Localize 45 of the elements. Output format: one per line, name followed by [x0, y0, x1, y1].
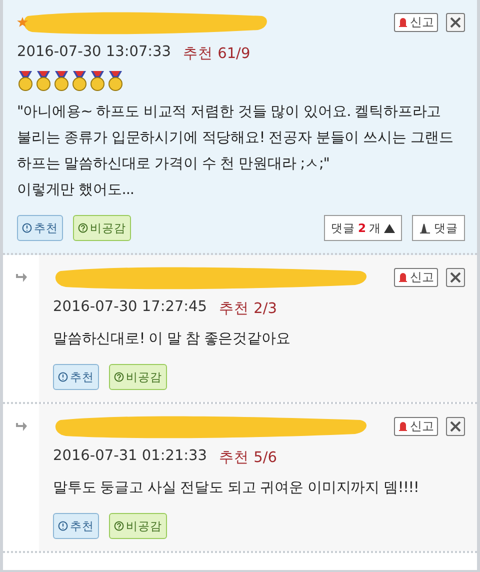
- close-button[interactable]: [446, 268, 465, 286]
- report-button[interactable]: 신고: [394, 268, 438, 286]
- bell-icon: [398, 420, 408, 432]
- comment-date: 2016-07-30 13:07:33: [17, 44, 171, 62]
- caret-up-icon: [384, 224, 395, 232]
- comment-text: 말투도 둥글고 사실 전달도 되고 귀여운 이미지까지 뎀!!!!: [53, 479, 420, 498]
- vote-count: 추천 5/6: [219, 449, 277, 467]
- close-icon: [450, 420, 461, 432]
- close-button[interactable]: [446, 416, 465, 436]
- vote-count: 추천 61/9: [183, 45, 250, 63]
- medal-icon: [35, 71, 52, 91]
- info-icon: [22, 223, 32, 233]
- info-icon: [58, 521, 68, 531]
- close-icon: [450, 272, 461, 282]
- recommend-button[interactable]: 추천: [53, 513, 99, 539]
- medal-icon: [53, 71, 70, 91]
- recommend-button[interactable]: 추천: [53, 364, 99, 390]
- bell-icon: [398, 272, 408, 282]
- vote-count: 추천 2/3: [219, 300, 277, 318]
- info-icon: [58, 372, 68, 382]
- reply-button[interactable]: 댓글: [412, 215, 465, 241]
- bell-icon: [398, 16, 408, 28]
- disagree-button[interactable]: 비공감: [109, 364, 167, 390]
- reply-arrow-icon: [15, 273, 27, 283]
- report-button[interactable]: 신고: [394, 416, 438, 436]
- comment-text: 말씀하신대로! 이 말 참 좋은것같아요: [53, 330, 292, 349]
- star-icon: [17, 16, 28, 28]
- disagree-button[interactable]: 비공감: [73, 215, 131, 241]
- replies-toggle[interactable]: 댓글 2 개: [324, 215, 402, 241]
- close-button[interactable]: [446, 12, 465, 32]
- comment-date: 2016-07-31 01:21:33: [53, 448, 207, 466]
- comment-text: "아니에용~ 하프도 비교적 저렴한 것들 많이 있어요. 켈틱하프라고 불리는 종류가 입문하시기에 적당해요! 전공자 분들이 쓰시는 그랜드 하프는 말씀하신대로 가격이 수 천 만원대라 ;ㅅ;" 이렇게만 했어도...: [17, 103, 454, 200]
- recommend-button[interactable]: 추천: [17, 215, 63, 241]
- question-icon: [114, 372, 124, 382]
- question-icon: [114, 521, 124, 531]
- close-icon: [450, 16, 461, 28]
- disagree-button[interactable]: 비공감: [109, 513, 167, 539]
- medal-icon: [89, 71, 106, 91]
- report-button[interactable]: 신고: [394, 12, 438, 32]
- medal-icon: [107, 71, 124, 91]
- medal-icon: [17, 71, 34, 91]
- reply-arrow-icon: [15, 422, 27, 432]
- question-icon: [78, 223, 88, 233]
- medal-icon: [71, 71, 88, 91]
- comment-date: 2016-07-30 17:27:45: [53, 299, 207, 317]
